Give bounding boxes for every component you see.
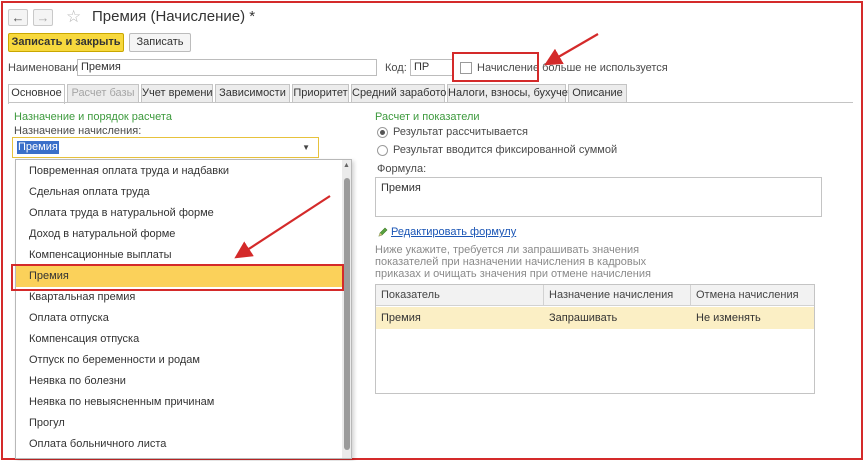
arrow-to-checkbox [544, 33, 599, 66]
arrow-to-selected-item [234, 195, 331, 259]
annotation-arrows [234, 33, 599, 259]
